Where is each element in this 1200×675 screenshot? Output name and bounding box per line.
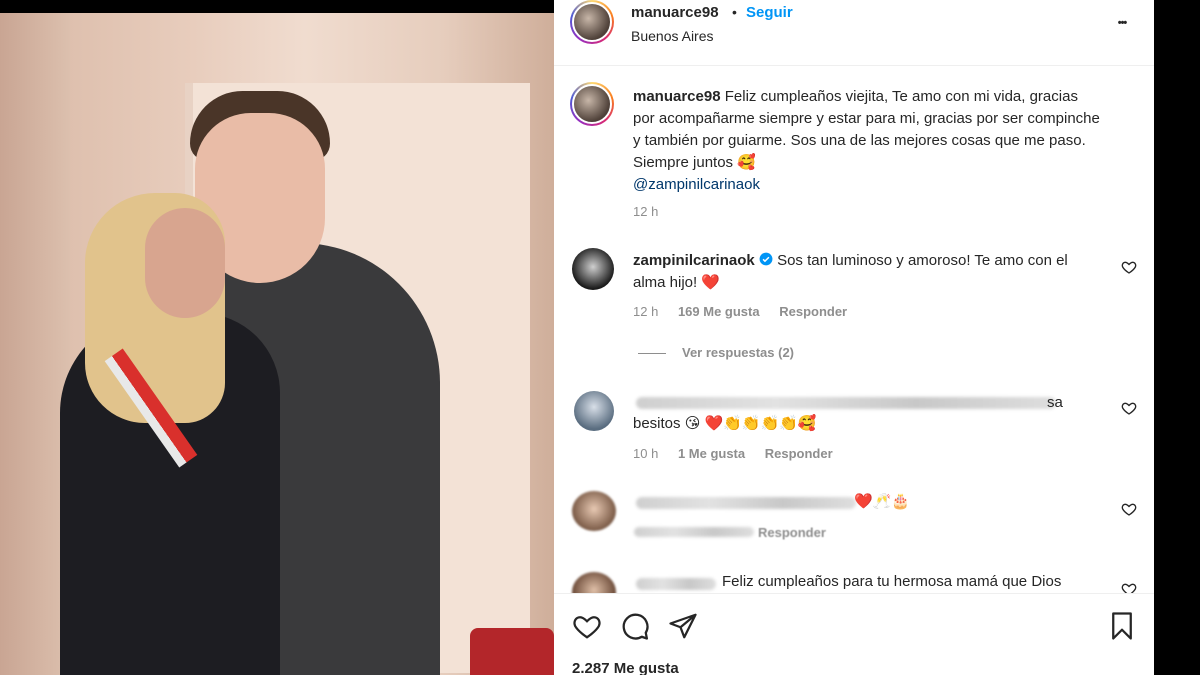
- follow-button[interactable]: Seguir: [746, 4, 793, 21]
- post-side-panel: manuarce98 • Seguir Buenos Aires ••• man…: [554, 0, 1154, 675]
- comment-text-suffix: sa: [1047, 394, 1063, 411]
- comment-likes[interactable]: 1 Me gusta: [678, 446, 745, 461]
- comment-username[interactable]: zampinilcarinaok: [633, 252, 755, 269]
- post-actions: 2.287 Me gusta: [554, 593, 1154, 675]
- verified-badge-icon: [759, 252, 773, 266]
- caption-time: 12 h: [633, 204, 659, 219]
- replies-divider: [638, 353, 666, 355]
- backdrop: [1154, 0, 1200, 675]
- blurred-username: [636, 578, 716, 590]
- comment-text: Feliz cumpleaños para tu hermosa mamá qu…: [722, 573, 1062, 590]
- post-photo: [0, 13, 554, 675]
- comment-meta: 12 h 169 Me gusta Responder: [633, 304, 847, 319]
- reply-button[interactable]: Responder: [758, 525, 826, 540]
- comment-text: besitos 😘 ❤️👏👏👏👏🥰: [633, 415, 817, 432]
- comment-meta: 10 h 1 Me gusta Responder: [633, 446, 833, 461]
- bookmark-icon[interactable]: [1107, 611, 1137, 641]
- caption-mention[interactable]: @zampinilcarinaok: [633, 176, 760, 193]
- comment-1: zampinilcarinaok Sos tan luminoso y amor…: [633, 250, 1103, 294]
- comment-avatar[interactable]: [572, 248, 614, 290]
- reply-button[interactable]: Responder: [779, 304, 847, 319]
- comment-like-heart-icon[interactable]: [1121, 259, 1137, 275]
- view-replies-button[interactable]: Ver respuestas (2): [638, 345, 794, 360]
- caption-avatar[interactable]: [570, 82, 614, 126]
- caption: manuarce98 Feliz cumpleaños viejita, Te …: [633, 86, 1103, 196]
- heart-icon[interactable]: [572, 611, 602, 641]
- comment-text: ❤️🥂🎂: [854, 493, 911, 510]
- comment-likes[interactable]: 169 Me gusta: [678, 304, 760, 319]
- post-location[interactable]: Buenos Aires: [631, 28, 714, 44]
- comment-like-heart-icon[interactable]: [1121, 581, 1137, 593]
- caption-username[interactable]: manuarce98: [633, 88, 721, 105]
- comments-list: manuarce98 Feliz cumpleaños viejita, Te …: [554, 67, 1154, 593]
- comment-icon[interactable]: [620, 611, 650, 641]
- blurred-username: [636, 397, 1056, 409]
- blurred-meta: [634, 527, 754, 537]
- reply-button[interactable]: Responder: [765, 446, 833, 461]
- comment-avatar[interactable]: [572, 491, 616, 531]
- comment-time: 12 h: [633, 304, 659, 319]
- author-avatar[interactable]: [570, 0, 614, 44]
- more-options-icon[interactable]: •••: [1110, 12, 1134, 36]
- comment-avatar[interactable]: [574, 391, 614, 431]
- send-icon[interactable]: [668, 611, 698, 641]
- comment-like-heart-icon[interactable]: [1121, 400, 1137, 416]
- author-username[interactable]: manuarce98: [631, 4, 719, 21]
- blurred-username: [636, 497, 856, 509]
- comment-time: 10 h: [633, 446, 659, 461]
- post-header: manuarce98 • Seguir Buenos Aires •••: [554, 0, 1154, 66]
- likes-count[interactable]: 2.287 Me gusta: [572, 660, 679, 675]
- separator-dot: •: [732, 4, 737, 20]
- comment-like-heart-icon[interactable]: [1121, 501, 1137, 517]
- comment-avatar[interactable]: [572, 572, 616, 593]
